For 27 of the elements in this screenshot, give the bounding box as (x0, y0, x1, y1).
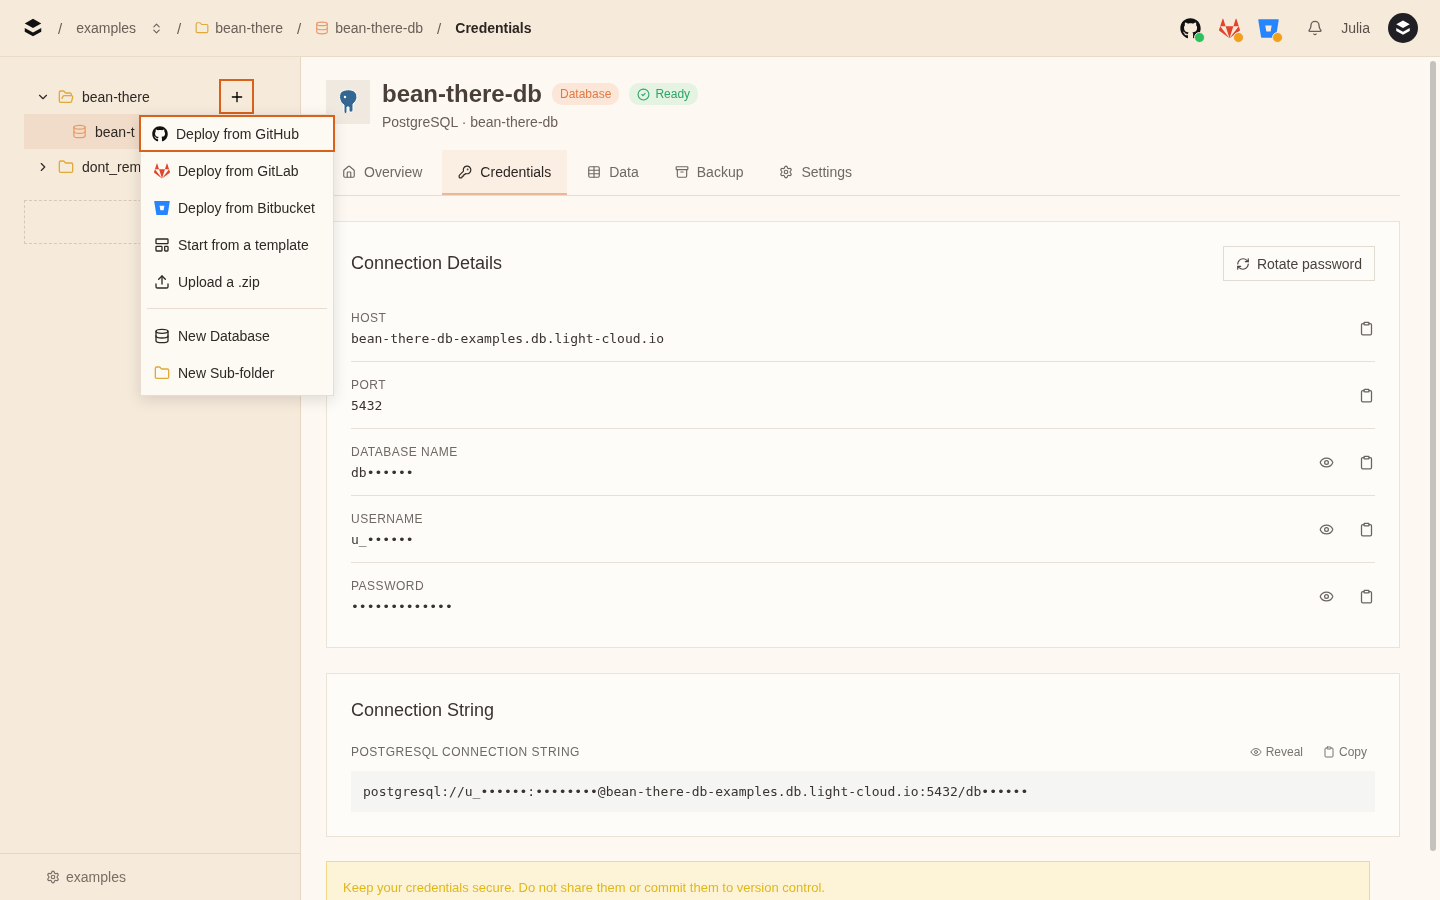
field-label: USERNAME (351, 511, 424, 526)
field-value: u_•••••• (351, 531, 415, 547)
breadcrumb-separator: / (58, 19, 63, 37)
resource-subtitle: PostgreSQL · bean-there-db (382, 114, 560, 130)
field-label: PORT (351, 377, 388, 392)
breadcrumb-separator: / (177, 19, 182, 37)
field-label: DATABASE NAME (351, 444, 459, 459)
breadcrumb-separator: / (437, 19, 442, 37)
status-badge: Ready (629, 83, 699, 105)
breadcrumb-separator: / (297, 19, 302, 37)
warning-banner: Keep your credentials secure. Do not share them or commit them to version control. (326, 861, 1370, 900)
user-name: Julia (1341, 20, 1370, 36)
tree-label: bean-t (95, 123, 135, 140)
connection-string: postgresql://u_••••••:••••••••@bean-there-db-examples.db.light-cloud.io:5432/db•••••• (351, 771, 1375, 812)
field-label: POSTGRESQL CONNECTION STRING (351, 745, 581, 759)
field-label: PASSWORD (351, 578, 426, 593)
field-label: HOST (351, 310, 388, 325)
field-value: 5432 (351, 397, 384, 413)
tree-label: dont_rem (82, 158, 142, 175)
tree-label: bean-there (82, 88, 150, 105)
type-badge: Database (552, 83, 620, 105)
card-title: Connection String (351, 700, 496, 721)
field-value: bean-there-db-examples.db.light-cloud.io (351, 330, 666, 346)
field-value: db•••••• (351, 464, 415, 480)
resource-title: bean-there-db (382, 80, 542, 108)
field-value: ••••••••••••• (351, 598, 454, 614)
card-title: Connection Details (351, 253, 503, 274)
